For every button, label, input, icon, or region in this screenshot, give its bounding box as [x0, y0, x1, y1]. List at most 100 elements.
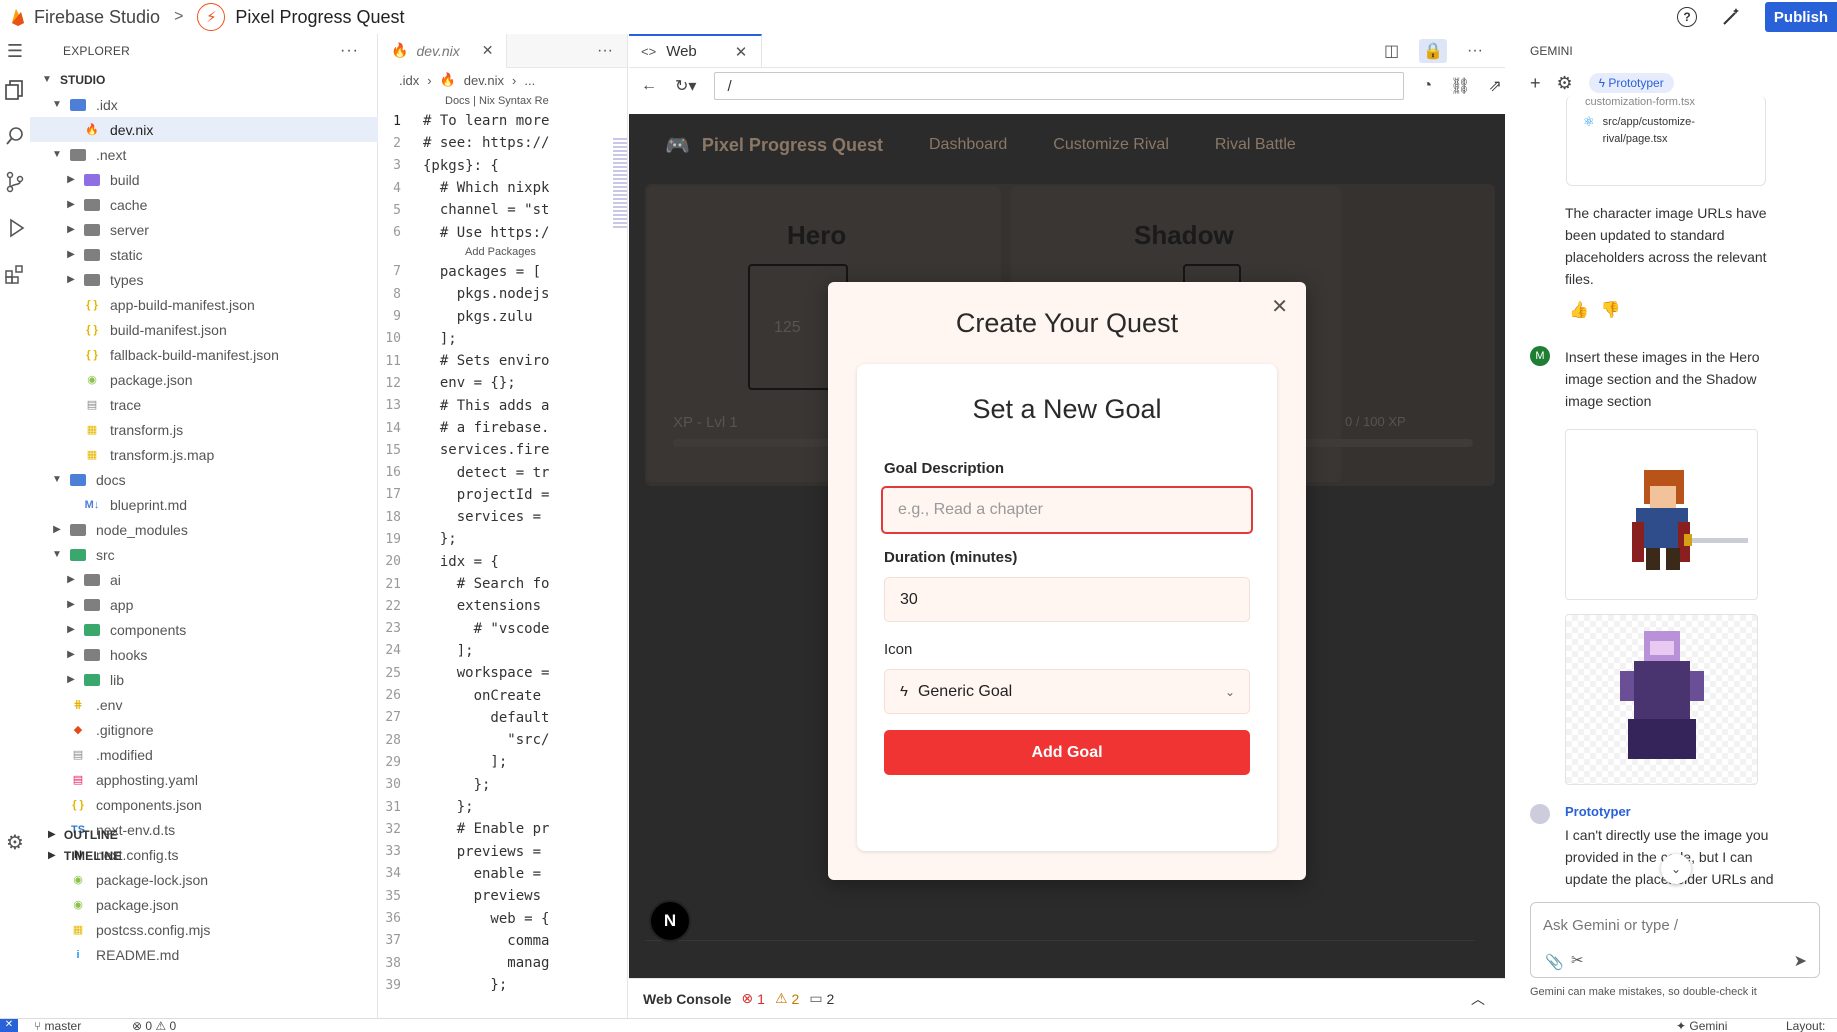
close-icon[interactable]: ✕	[482, 42, 494, 59]
tree-file[interactable]: ◉ package.json	[30, 892, 378, 917]
tree-folder[interactable]: ▶ types	[30, 267, 378, 292]
link-icon[interactable]: ⛓	[1450, 76, 1470, 96]
plus-icon[interactable]: +	[1530, 73, 1541, 94]
tree-file[interactable]: i README.md	[30, 942, 378, 967]
code-line[interactable]: 29 ];	[379, 751, 628, 773]
nav-customize-rival[interactable]: Customize Rival	[1053, 136, 1169, 154]
code-line[interactable]: 4 # Which nixpk	[379, 177, 628, 199]
minimap[interactable]	[613, 138, 627, 228]
web-console-bar[interactable]: Web Console ⊗ 1 ⚠ 2 ▭ 2 ︿	[629, 978, 1505, 1018]
tree-file[interactable]: M↓ blueprint.md	[30, 492, 378, 517]
code-line[interactable]: 28 "src/	[379, 729, 628, 751]
tree-file[interactable]: ▦ postcss.config.mjs	[30, 917, 378, 942]
code-line[interactable]: 18 services =	[379, 506, 628, 528]
tree-file[interactable]: ▤ apphosting.yaml	[30, 767, 378, 792]
code-line[interactable]: 37 comma	[379, 930, 628, 952]
breadcrumb-item[interactable]: dev.nix	[464, 73, 504, 88]
open-external-icon[interactable]: ⇗	[1488, 76, 1501, 96]
problems-indicator[interactable]: ⊗ 0 ⚠ 0	[132, 1019, 176, 1032]
tree-folder[interactable]: ▶ components	[30, 617, 378, 642]
tab-web[interactable]: <> Web ✕	[629, 33, 763, 68]
tree-folder[interactable]: ▶ app	[30, 592, 378, 617]
code-line[interactable]: 13 # This adds a	[379, 395, 628, 417]
split-view-icon[interactable]: ◫	[1384, 41, 1399, 61]
tree-file[interactable]: 🔥 dev.nix	[30, 117, 378, 142]
source-control-icon[interactable]	[3, 170, 27, 194]
chevron-up-icon[interactable]: ︿	[1471, 989, 1485, 1009]
hero-attachment-image[interactable]	[1565, 429, 1758, 600]
tree-folder[interactable]: ▶ server	[30, 217, 378, 242]
breadcrumb-item[interactable]: ...	[524, 73, 535, 88]
code-line[interactable]: 19 };	[379, 528, 628, 550]
code-line[interactable]: 23 # "vscode	[379, 618, 628, 640]
code-line[interactable]: 30 };	[379, 774, 628, 796]
tree-root[interactable]: ▼ STUDIO	[30, 67, 378, 92]
code-line[interactable]: 35 previews	[379, 885, 628, 907]
code-line[interactable]: 11 # Sets enviro	[379, 350, 628, 372]
code-line[interactable]: 12 env = {};	[379, 372, 628, 394]
code-line[interactable]: 9 pkgs.zulu	[379, 305, 628, 327]
lock-icon[interactable]: 🔒	[1419, 38, 1448, 63]
code-line[interactable]: 5 channel = "st	[379, 199, 628, 221]
settings-gear-icon[interactable]: ⚙	[3, 830, 27, 854]
performance-icon[interactable]: ◔	[1422, 77, 1432, 95]
tree-folder[interactable]: ▶ hooks	[30, 642, 378, 667]
code-line[interactable]: 21 # Search fo	[379, 573, 628, 595]
close-icon[interactable]: ✕	[735, 43, 748, 61]
timeline-section[interactable]: ▶ TIMELINE	[30, 843, 378, 868]
tree-file[interactable]: { } components.json	[30, 792, 378, 817]
code-line[interactable]: 33 previews =	[379, 841, 628, 863]
tree-file[interactable]: ▦ transform.js.map	[30, 442, 378, 467]
code-area[interactable]: 1 # To learn more 2 # see: https:// 3 {pkgs}:…	[379, 110, 628, 1010]
tree-file[interactable]: ▤ .modified	[30, 742, 378, 767]
gemini-status[interactable]: ✦ Gemini	[1676, 1019, 1727, 1032]
code-line[interactable]: 27 default	[379, 707, 628, 729]
icon-select[interactable]: ϟ Generic Goal ⌄	[884, 669, 1250, 714]
code-line[interactable]: 34 enable =	[379, 863, 628, 885]
code-line[interactable]: 26 onCreate	[379, 684, 628, 706]
next-dev-badge[interactable]: N	[649, 900, 691, 942]
code-line[interactable]: 6 # Use https:/	[379, 221, 628, 243]
tree-file[interactable]: ◆ .gitignore	[30, 717, 378, 742]
code-line[interactable]: 25 workspace =	[379, 662, 628, 684]
tab-dev-nix[interactable]: 🔥 dev.nix ✕	[379, 33, 507, 68]
code-line[interactable]: 15 services.fire	[379, 439, 628, 461]
search-icon[interactable]	[3, 124, 27, 148]
explorer-icon[interactable]	[3, 78, 27, 102]
tree-file[interactable]: { } fallback-build-manifest.json	[30, 342, 378, 367]
code-line[interactable]: 36 web = {	[379, 907, 628, 929]
nav-dashboard[interactable]: Dashboard	[929, 136, 1007, 154]
tree-folder[interactable]: ▶ lib	[30, 667, 378, 692]
tree-file[interactable]: { } app-build-manifest.json	[30, 292, 378, 317]
code-line[interactable]: 32 # Enable pr	[379, 818, 628, 840]
remote-icon[interactable]: ✕	[0, 1019, 18, 1032]
more-actions-icon[interactable]: ···	[340, 42, 359, 60]
breadcrumb-item[interactable]: .idx	[399, 73, 419, 88]
tree-file[interactable]: ▦ transform.js	[30, 417, 378, 442]
code-line[interactable]: 2 # see: https://	[379, 132, 628, 154]
codelens[interactable]: Add Packages	[379, 244, 628, 261]
tree-file[interactable]: ⋕ .env	[30, 692, 378, 717]
tree-folder[interactable]: ▶ build	[30, 167, 378, 192]
code-line[interactable]: 7 packages = [	[379, 261, 628, 283]
publish-button[interactable]: Publish	[1765, 2, 1837, 32]
extensions-icon[interactable]	[3, 262, 27, 286]
attach-icon[interactable]: 📎	[1545, 953, 1564, 971]
code-line[interactable]: 38 manag	[379, 952, 628, 974]
tree-folder[interactable]: ▶ ai	[30, 567, 378, 592]
code-line[interactable]: 8 pkgs.nodejs	[379, 283, 628, 305]
close-icon[interactable]: ✕	[1271, 294, 1288, 319]
help-icon[interactable]: ?	[1677, 7, 1697, 27]
tree-folder[interactable]: ▶ static	[30, 242, 378, 267]
prototyper-chip[interactable]: ϟ Prototyper	[1588, 73, 1674, 93]
tree-file[interactable]: ◉ package-lock.json	[30, 867, 378, 892]
url-input[interactable]: /	[714, 72, 1405, 100]
tree-folder[interactable]: ▼ .next	[30, 142, 378, 167]
shadow-attachment-image[interactable]	[1565, 614, 1758, 785]
branch-indicator[interactable]: ⑂ master	[34, 1019, 81, 1032]
run-debug-icon[interactable]	[3, 216, 27, 240]
settings-gear-icon[interactable]: ⚙	[1557, 73, 1573, 94]
tree-file[interactable]: { } build-manifest.json	[30, 317, 378, 342]
code-line[interactable]: 14 # a firebase.	[379, 417, 628, 439]
layout-status[interactable]: Layout: U	[1786, 1019, 1837, 1032]
